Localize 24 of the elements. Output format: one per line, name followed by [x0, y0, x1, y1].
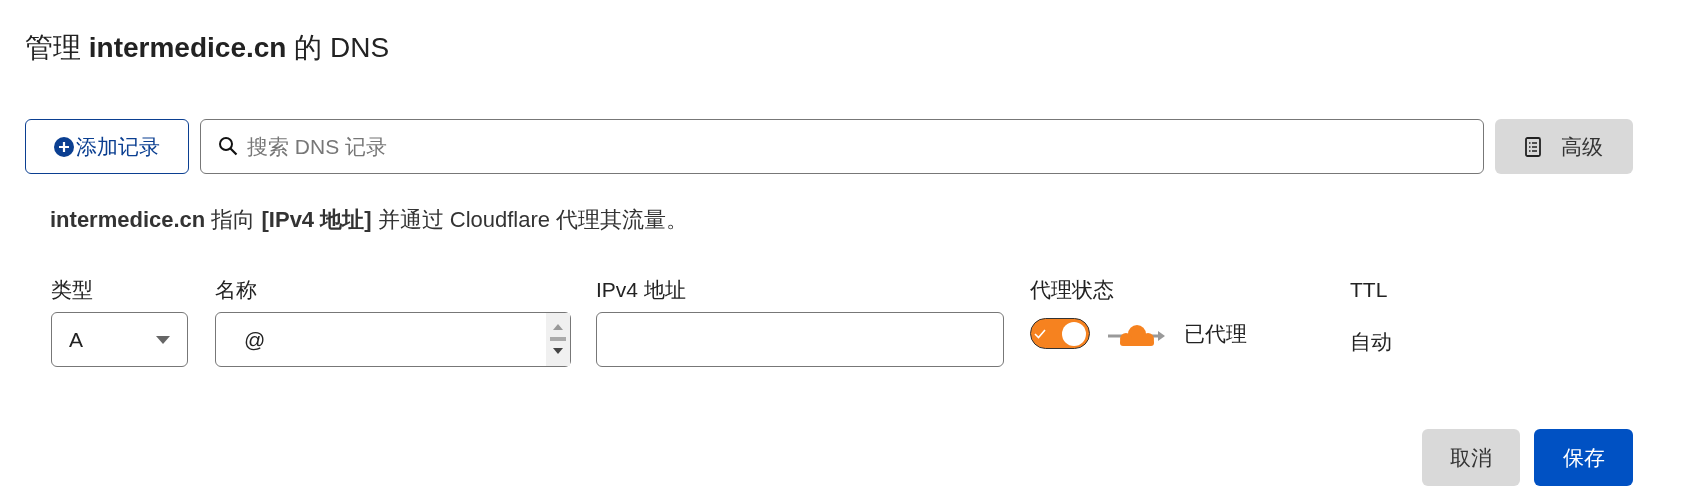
proxy-status-label: 代理状态 — [1030, 277, 1114, 303]
type-label: 类型 — [51, 277, 93, 303]
name-field[interactable]: @ — [215, 312, 571, 367]
plus-circle-icon — [54, 136, 74, 157]
caret-icon — [156, 335, 170, 344]
dialog-title: 管理 intermedice.cn 的 DNS — [25, 31, 390, 65]
advanced-button[interactable]: 高级 — [1495, 119, 1633, 174]
save-button[interactable]: 保存 — [1534, 429, 1633, 486]
name-label: 名称 — [215, 277, 257, 303]
proxy-toggle[interactable] — [1030, 318, 1090, 350]
add-record-button[interactable]: 添加记录 — [25, 119, 189, 174]
record-description: intermedice.cn 指向 [IPv4 地址] 并通过 Cloudflare 代理其流量。 — [50, 206, 689, 234]
ipv4-field[interactable] — [596, 312, 1004, 367]
spinner-icon[interactable] — [546, 313, 570, 366]
ttl-label: TTL — [1350, 277, 1388, 303]
ttl-value: 自动 — [1350, 329, 1392, 355]
cancel-button[interactable]: 取消 — [1422, 429, 1520, 486]
type-select[interactable]: A — [51, 312, 188, 367]
ipv4-label: IPv4 地址 — [596, 277, 686, 303]
check-icon — [1034, 328, 1046, 339]
document-icon — [1525, 136, 1541, 157]
search-field[interactable]: 搜索 DNS 记录 — [200, 119, 1484, 174]
proxy-status-text: 已代理 — [1184, 321, 1247, 347]
search-icon — [218, 136, 238, 156]
